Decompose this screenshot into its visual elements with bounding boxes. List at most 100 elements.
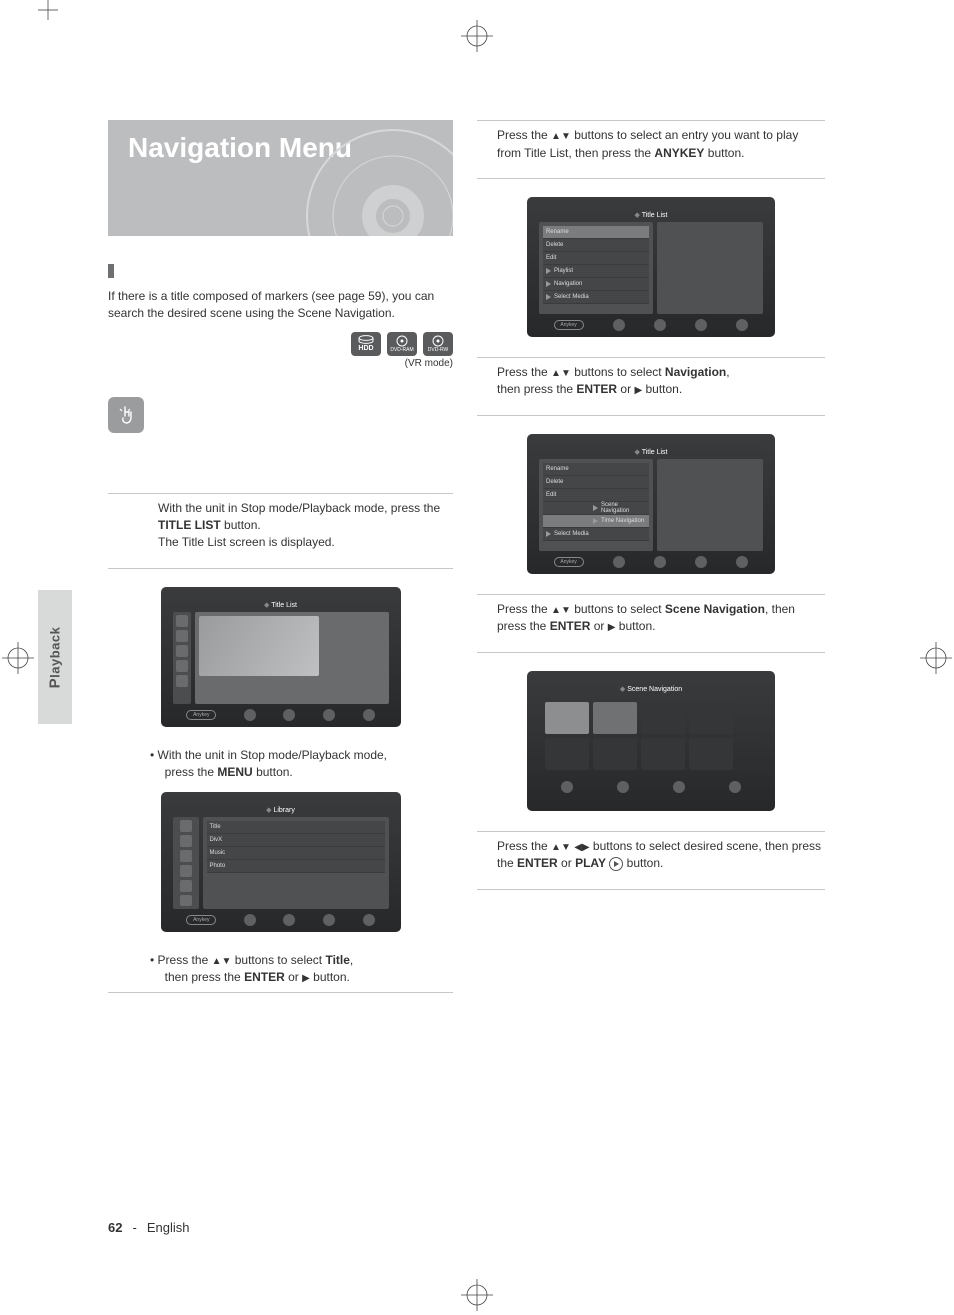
play-circle-icon xyxy=(609,857,623,871)
title-icon xyxy=(180,835,192,847)
s3d: , xyxy=(726,365,729,379)
screen-nav: ◆ Title List Rename Delete Edit Scene Na… xyxy=(527,434,775,574)
screen-right-panel xyxy=(657,222,763,314)
s3e: then press the xyxy=(497,382,573,396)
thumb xyxy=(593,702,637,734)
anykey-pill: Anykey xyxy=(554,320,584,330)
foot-exit-icon xyxy=(363,709,375,721)
screen-sidebar xyxy=(173,612,191,704)
screen-menu: ◆ Library Title DivX Music Photo xyxy=(161,792,401,932)
section-bar-icon xyxy=(108,264,114,278)
screen-scene-nav: ◆ Scene Navigation xyxy=(527,671,775,811)
thumb xyxy=(593,738,637,770)
dvd-ram-label: DVD-RAM xyxy=(390,347,413,353)
s4f: or xyxy=(594,619,605,633)
vr-mode-label: (VR mode) xyxy=(108,358,453,369)
foot-select-icon xyxy=(283,709,295,721)
page-number: 62 xyxy=(108,1220,122,1235)
s3b: buttons to select xyxy=(574,365,661,379)
screen-preview xyxy=(195,612,389,704)
step1-text-c: button. xyxy=(224,518,261,532)
s2d: button. xyxy=(708,146,745,160)
disc-glyph xyxy=(394,335,410,347)
screen-titlelist: ◆ Title List Anykey xyxy=(161,587,401,727)
step1-text-a: With the unit in Stop mode/Playback mode… xyxy=(158,501,440,515)
photo-icon xyxy=(180,880,192,892)
s5d: or xyxy=(561,856,572,870)
menu-line1b: press the xyxy=(165,765,214,779)
screen-footer: Anykey xyxy=(539,556,763,568)
anykey-pill: Anykey xyxy=(186,710,216,720)
thumb xyxy=(689,702,733,734)
anykey-pill: Anykey xyxy=(554,557,584,567)
s2a: Press the xyxy=(497,128,548,142)
s3f: ENTER xyxy=(576,382,617,396)
menu-word: MENU xyxy=(217,765,252,779)
mb-2d: , xyxy=(350,953,353,967)
page-dash: - xyxy=(132,1220,136,1235)
menu-line1a: With the unit in Stop mode/Playback mode… xyxy=(158,748,387,762)
mb-2c: Title xyxy=(325,953,349,967)
screen-anykey: ◆ Title List Rename Delete Edit Playlist… xyxy=(527,197,775,337)
s3c: Navigation xyxy=(665,365,726,379)
dvd-ram-icon: DVD-RAM xyxy=(387,332,417,356)
thumbnail-grid xyxy=(539,696,763,776)
screen-header: Title List xyxy=(642,449,668,456)
dvd-rw-icon: DVD-RW xyxy=(423,332,453,356)
hand-icon xyxy=(115,404,137,426)
mb-2e: then press the xyxy=(165,970,241,984)
music-icon xyxy=(180,865,192,877)
up-down-icon xyxy=(551,128,571,142)
foot-return-icon xyxy=(323,709,335,721)
screen-header: Scene Navigation xyxy=(627,686,682,693)
step1-line2: The Title List screen is displayed. xyxy=(158,535,335,549)
screen-footer: Anykey xyxy=(173,709,389,721)
foot-move-icon xyxy=(244,709,256,721)
hdd-label: HDD xyxy=(358,345,373,352)
s5c: ENTER xyxy=(517,856,558,870)
s3g: or xyxy=(620,382,631,396)
screen-header: Title List xyxy=(271,602,297,609)
disc-icon xyxy=(303,126,453,236)
chapter-banner: Navigation Menu xyxy=(108,120,453,236)
dvd-rw-label: DVD-RW xyxy=(428,347,448,353)
thumb xyxy=(641,702,685,734)
right-arrow-icon xyxy=(608,619,616,633)
s2c: ANYKEY xyxy=(654,146,704,160)
divx-icon xyxy=(180,850,192,862)
screen-main: Title DivX Music Photo xyxy=(203,817,389,909)
hdd-icon: HDD xyxy=(351,332,381,356)
menu-line1d: button. xyxy=(256,765,293,779)
step1-titlelist: TITLE LIST xyxy=(158,518,221,532)
s5a: Press the xyxy=(497,839,548,853)
screen-footer: Anykey xyxy=(539,319,763,331)
s4g: button. xyxy=(619,619,656,633)
left-right-icon xyxy=(574,839,589,853)
hdd-glyph xyxy=(357,335,375,345)
play-word: PLAY xyxy=(575,856,606,870)
s3h: button. xyxy=(645,382,682,396)
s4b: buttons to select xyxy=(574,602,661,616)
media-icons: HDD DVD-RAM DVD-RW xyxy=(108,332,453,356)
s4a: Press the xyxy=(497,602,548,616)
screen-header: Library xyxy=(273,807,294,814)
disc-glyph xyxy=(430,335,446,347)
page-footer: 62 - English xyxy=(108,1220,189,1235)
mb-2g: or xyxy=(288,970,299,984)
thumb xyxy=(689,738,733,770)
up-down-icon xyxy=(551,839,571,853)
right-arrow-icon xyxy=(302,970,310,984)
page-language: English xyxy=(147,1220,190,1235)
screen-sidebar xyxy=(173,817,199,909)
screen-right-panel xyxy=(657,459,763,551)
screen-footer xyxy=(539,781,763,793)
up-down-icon xyxy=(212,953,232,967)
section-head: Scene Navigation xyxy=(108,262,453,280)
s4c: Scene Navigation xyxy=(665,602,765,616)
up-down-icon xyxy=(551,602,571,616)
thumb xyxy=(545,702,589,734)
up-down-icon xyxy=(551,365,571,379)
touch-badge xyxy=(108,397,144,433)
mb-2f: ENTER xyxy=(244,970,285,984)
thumb xyxy=(545,738,589,770)
